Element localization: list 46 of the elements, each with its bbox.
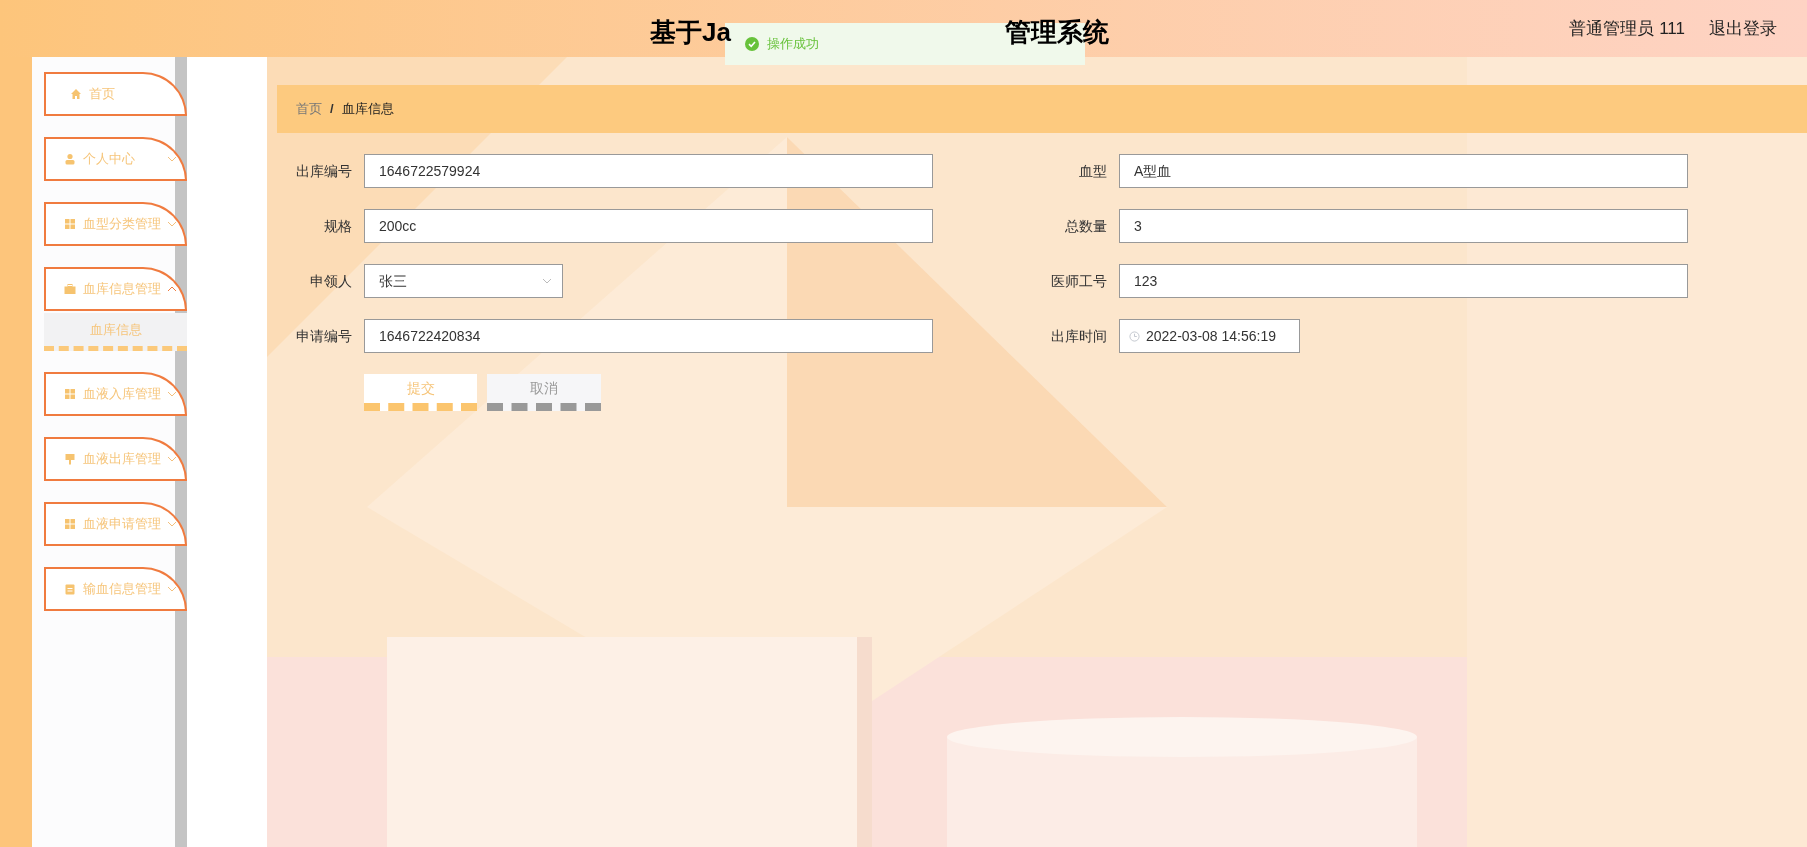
input-field[interactable]: 1646722420834	[364, 319, 933, 353]
user-name: 普通管理员 111	[1569, 17, 1685, 40]
grid-icon	[64, 218, 76, 230]
grid-icon	[64, 388, 76, 400]
menu-item[interactable]: 血液申请管理	[44, 502, 187, 546]
input-field[interactable]: 3	[1119, 209, 1688, 243]
menu-item[interactable]: 个人中心	[44, 137, 187, 181]
input-field[interactable]: 123	[1119, 264, 1688, 298]
app-title: 管理系统	[1004, 16, 1109, 49]
field-label: 申请编号	[295, 326, 352, 346]
input-field[interactable]: 1646722579924	[364, 154, 933, 188]
breadcrumb-link[interactable]: 首页	[296, 99, 322, 119]
field-label: 出库编号	[295, 161, 352, 181]
cancel-button[interactable]: 取消	[487, 374, 601, 411]
toast-message: 操作成功	[767, 35, 819, 54]
field-label: 医师工号	[1050, 271, 1107, 291]
breadcrumb-separator: /	[330, 100, 334, 119]
field-label: 规格	[323, 216, 352, 236]
menu-item[interactable]: 血液出库管理	[44, 437, 187, 481]
clock-icon	[1129, 330, 1140, 342]
clipboard-icon	[64, 583, 76, 595]
logout-link[interactable]: 退出登录	[1709, 15, 1777, 42]
date-field[interactable]: 2022-03-08 14:56:19	[1119, 319, 1300, 353]
input-field[interactable]: A型血	[1119, 154, 1688, 188]
grid-icon	[64, 518, 76, 530]
menu-item[interactable]: 血型分类管理	[44, 202, 187, 246]
brush-icon	[64, 453, 76, 465]
select-field[interactable]: 张三	[364, 264, 563, 298]
success-icon	[745, 37, 759, 51]
breadcrumb-current: 血库信息	[341, 100, 394, 119]
user-icon	[64, 153, 76, 165]
field-label: 总数量	[1064, 216, 1107, 236]
field-label: 血型	[1078, 161, 1107, 181]
menu-item[interactable]: 血库信息管理	[44, 267, 187, 311]
submit-button[interactable]: 提交	[364, 374, 477, 411]
chevron-icon	[542, 278, 552, 284]
field-label: 申领人	[309, 271, 352, 291]
input-field[interactable]: 200cc	[364, 209, 933, 243]
menu-item[interactable]: 首页	[44, 72, 187, 116]
home-icon	[70, 88, 82, 100]
submenu-item[interactable]: 血库信息	[44, 313, 187, 351]
app-title: 基于Ja	[650, 16, 731, 49]
briefcase-icon	[64, 283, 76, 295]
menu-item[interactable]: 输血信息管理	[44, 567, 187, 611]
field-label: 出库时间	[1050, 326, 1107, 346]
menu-item[interactable]: 血液入库管理	[44, 372, 187, 416]
